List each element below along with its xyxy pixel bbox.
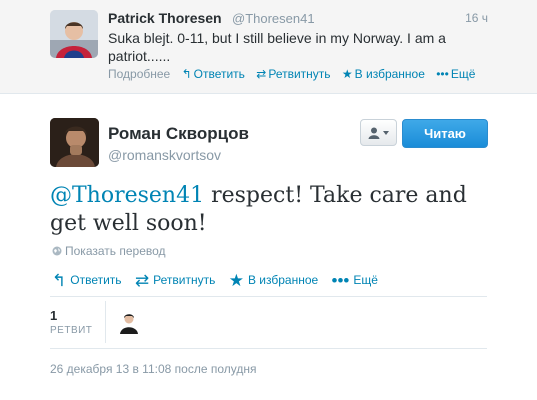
parent-reply-button[interactable]: ↰ Ответить xyxy=(182,67,245,81)
star-icon: ★ xyxy=(228,271,244,290)
globe-icon xyxy=(52,246,62,256)
more-label: Ещё xyxy=(353,273,378,287)
chevron-down-icon xyxy=(383,130,389,135)
parent-timestamp[interactable]: 16 ч xyxy=(465,11,488,25)
favorite-label: В избранное xyxy=(247,273,319,287)
reply-label: Ответить xyxy=(70,273,122,287)
more-button[interactable]: ••• Ещё xyxy=(332,271,378,291)
parent-more-label: Ещё xyxy=(450,67,476,81)
parent-author-handle[interactable]: @Thoresen41 xyxy=(232,11,315,26)
translate-label: Показать перевод xyxy=(65,244,166,258)
retweet-icon: ⇄ xyxy=(134,271,150,290)
parent-action-bar: Подробнее ↰ Ответить ⇄ Ретвитнуть ★ В избра… xyxy=(108,67,483,81)
user-icon xyxy=(368,127,380,139)
parent-retweet-button[interactable]: ⇄ Ретвитнуть xyxy=(256,67,330,81)
reply-icon: ↰ xyxy=(52,271,67,290)
author-avatar[interactable] xyxy=(50,118,99,167)
parent-retweet-label: Ретвитнуть xyxy=(268,67,331,81)
tweet-action-bar: ↰ Ответить ⇄ Ретвитнуть ★ В избранное ••• Ещ… xyxy=(52,271,388,291)
retweet-label: Ретвитнуть xyxy=(153,273,216,287)
following-button[interactable]: Читаю xyxy=(402,119,488,148)
author-name[interactable]: Роман Скворцов xyxy=(108,124,249,144)
retweet-icon: ⇄ xyxy=(256,67,267,81)
tweet-text: @Thoresen41 respect! Take care and get w… xyxy=(50,182,470,238)
retweet-button[interactable]: ⇄ Ретвитнуть xyxy=(135,271,215,291)
retweeter-avatar[interactable] xyxy=(117,310,141,334)
translate-link[interactable]: Показать перевод xyxy=(52,244,166,258)
tweet-timestamp[interactable]: 26 декабря 13 в 11:08 после полудня xyxy=(50,362,256,376)
star-icon: ★ xyxy=(341,67,353,81)
parent-author-name[interactable]: Patrick Thoresen xyxy=(108,10,222,26)
author-handle[interactable]: @romanskvortsov xyxy=(108,147,221,163)
retweet-count-label: РЕТВИТ xyxy=(50,325,93,336)
mention-link[interactable]: @Thoresen41 xyxy=(50,183,204,208)
parent-avatar[interactable] xyxy=(50,10,98,58)
reply-button[interactable]: ↰ Ответить xyxy=(52,271,122,291)
parent-reply-label: Ответить xyxy=(193,67,245,81)
stats-divider xyxy=(105,301,106,343)
more-dots-icon: ••• xyxy=(436,67,449,81)
details-link[interactable]: Подробнее xyxy=(108,67,170,81)
divider xyxy=(50,348,487,349)
parent-tweet-text: Suka blejt. 0-11, but I still believe in… xyxy=(108,30,446,64)
reply-icon: ↰ xyxy=(181,67,192,81)
parent-more-button[interactable]: ••• Ещё xyxy=(436,67,475,81)
divider xyxy=(50,296,487,297)
user-actions-button[interactable] xyxy=(360,119,397,146)
parent-tweet: Patrick Thoresen @Thoresen41 16 ч Suka b… xyxy=(0,0,537,94)
parent-favorite-label: В избранное xyxy=(354,67,425,81)
favorite-button[interactable]: ★ В избранное xyxy=(229,271,318,291)
more-dots-icon: ••• xyxy=(331,271,350,290)
retweet-count[interactable]: 1 xyxy=(50,308,57,323)
parent-favorite-button[interactable]: ★ В избранное xyxy=(342,67,425,81)
